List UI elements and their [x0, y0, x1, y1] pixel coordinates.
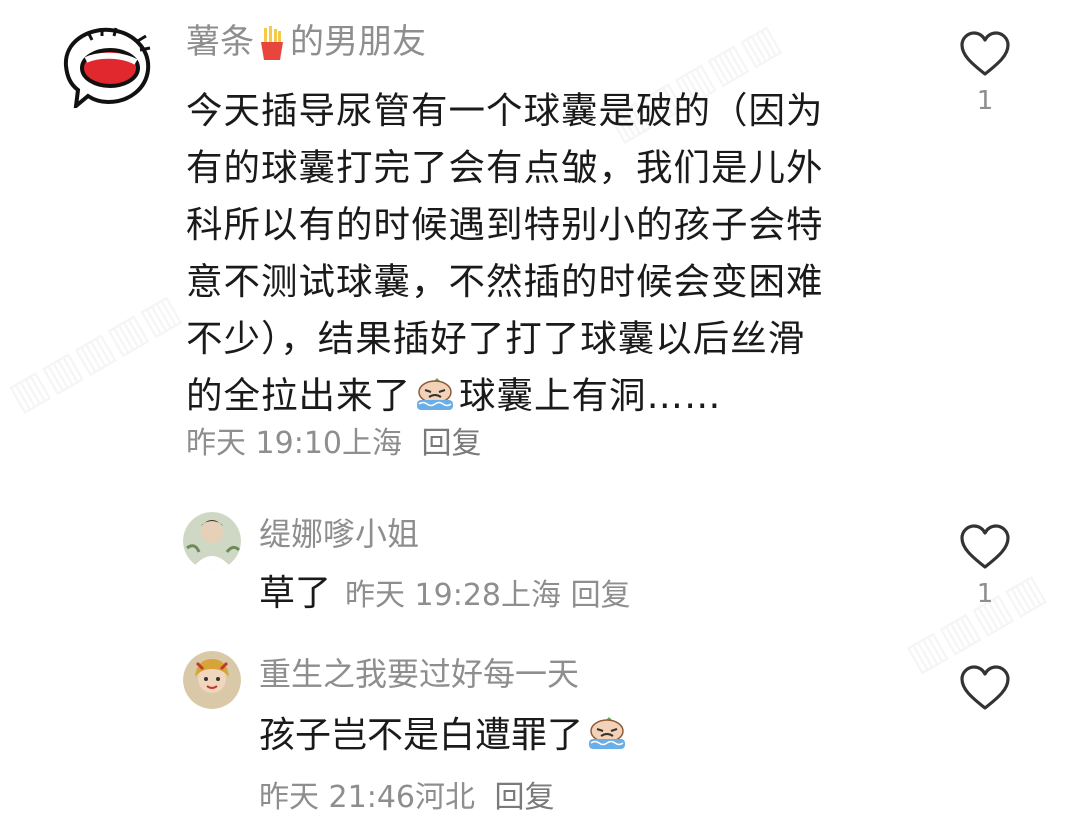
- comment-line: 有的球囊打完了会有点皱，我们是儿外: [186, 146, 824, 189]
- username-part1: 薯条: [186, 22, 254, 62]
- comment-segment: 的全拉出来了: [186, 374, 411, 417]
- comment-text: 今天插导尿管有一个球囊是破的（因为 有的球囊打完了会有点皱，我们是儿外 科所以有…: [186, 82, 876, 424]
- comment-line-with-emoji: 的全拉出来了 球囊上有洞……: [186, 367, 876, 424]
- location: 上海: [342, 426, 402, 461]
- heart-outline-icon: [960, 31, 1010, 76]
- like-button[interactable]: 1: [957, 523, 1013, 611]
- avatar[interactable]: [183, 651, 241, 709]
- crying-emoji-icon: [417, 378, 453, 410]
- username[interactable]: 缇娜嗲小姐: [259, 512, 419, 556]
- comment-segment: 球囊上有洞……: [459, 374, 722, 417]
- timestamp: 昨天 19:28: [345, 578, 502, 613]
- like-button[interactable]: [957, 664, 1013, 712]
- reply-button[interactable]: 回复: [495, 780, 555, 815]
- comment-line: 不少），结果插好了打了球囊以后丝滑: [186, 317, 806, 360]
- comment-text: 草了: [259, 573, 332, 614]
- reply-text-row: 草了 昨天 19:28上海 回复: [259, 570, 631, 620]
- like-button[interactable]: 1: [957, 30, 1013, 118]
- heart-outline-icon: [960, 524, 1010, 569]
- fries-emoji-icon: [261, 25, 283, 60]
- comment-text: 孩子岂不是白遭罪了: [259, 715, 584, 756]
- comment-meta: 昨天 19:10上海 回复: [186, 422, 482, 466]
- heart-outline-icon: [960, 665, 1010, 710]
- comment-thread: ▥▥▥▥▥ ▥▥▥▥▥ ▥▥▥▥ 薯条 的男朋友 今天插导尿管有一个球囊是破的（…: [0, 0, 1080, 822]
- timestamp: 昨天 19:10: [186, 426, 342, 461]
- username[interactable]: 重生之我要过好每一天: [259, 652, 579, 696]
- username[interactable]: 薯条 的男朋友: [186, 18, 426, 66]
- comment-line: 今天插导尿管有一个球囊是破的（因为: [186, 89, 824, 132]
- timestamp: 昨天 21:46: [259, 780, 415, 815]
- avatar[interactable]: [58, 22, 154, 108]
- location: 上海: [501, 578, 562, 613]
- username-part2: 的男朋友: [290, 22, 426, 62]
- watermark: ▥▥▥▥▥: [1, 285, 188, 421]
- avatar[interactable]: [183, 512, 241, 570]
- comment-line: 意不测试球囊，不然插的时候会变困难: [186, 260, 824, 303]
- reply-button[interactable]: 回复: [571, 578, 631, 613]
- comment-text-row: 孩子岂不是白遭罪了: [259, 712, 631, 760]
- comment-meta: 昨天 19:28上海 回复: [345, 578, 631, 613]
- reply-button[interactable]: 回复: [422, 426, 482, 461]
- comment-meta: 昨天 21:46河北 回复: [259, 776, 555, 820]
- like-count: 1: [976, 86, 994, 116]
- crying-emoji-icon: [589, 717, 626, 749]
- location: 河北: [415, 780, 475, 815]
- comment-line: 科所以有的时候遇到特别小的孩子会特: [186, 203, 824, 246]
- like-count: 1: [976, 579, 994, 609]
